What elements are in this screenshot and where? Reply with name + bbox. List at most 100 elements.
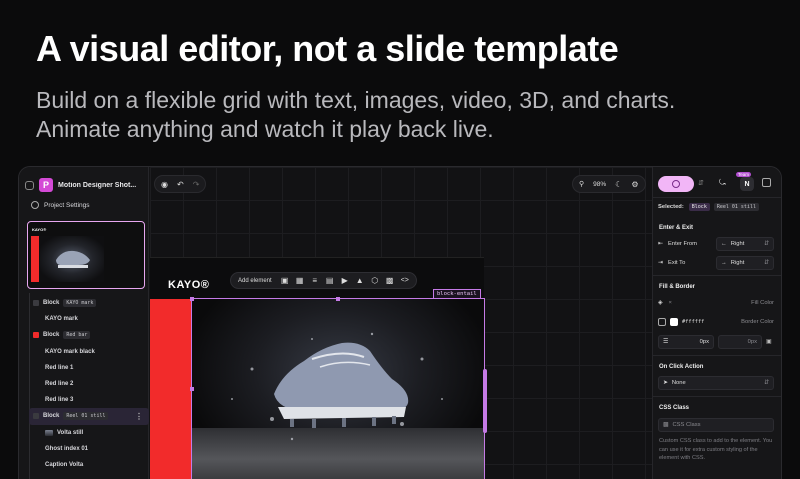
resize-handle-top[interactable] [336, 297, 340, 301]
layer-tree-guide [29, 293, 30, 479]
exit-to-select[interactable]: → Right ⇵ [716, 256, 774, 270]
layer-item[interactable]: Block Reel 01 still ⋮ [29, 408, 149, 425]
on-click-value: None [671, 380, 686, 386]
resize-handle-right[interactable] [483, 369, 487, 433]
slide-thumbnail[interactable]: KAYO® [27, 221, 145, 289]
layer-item[interactable]: Red line 1 [33, 360, 149, 376]
block-icon[interactable]: ▣ [281, 276, 289, 285]
border-width-field[interactable]: 0px [718, 335, 762, 349]
chart-icon[interactable]: ▩ [386, 276, 394, 285]
grid-icon[interactable]: ▦ [296, 276, 304, 285]
reel-still-image-block[interactable] [190, 297, 487, 479]
border-radius-field[interactable]: ☰ 0px [658, 335, 714, 349]
zoom-level[interactable]: 98% [593, 181, 606, 188]
layer-item[interactable]: Block KAYO mark [33, 295, 149, 311]
enter-icon: ⇤ [658, 241, 663, 247]
exit-to-value: Right [730, 260, 745, 266]
arrow-right-icon: → [721, 260, 727, 266]
css-class-help: Custom CSS class to add to the element. … [659, 438, 773, 462]
chevron-updown-icon: ⇵ [764, 241, 769, 247]
enter-from-row: ⇤ Enter From ← Right ⇵ [658, 237, 778, 251]
canvas-toolbar-left: ◉ ↶ ↷ [154, 175, 207, 193]
editor-window: P Motion Designer Shot... Project Settin… [18, 166, 782, 479]
cube-icon[interactable]: ⬡ [371, 276, 379, 285]
code-icon[interactable]: <> [401, 277, 409, 285]
exit-icon: ⇥ [658, 260, 663, 266]
css-class-row: ▩ CSS Class [658, 418, 778, 432]
canvas[interactable]: ◉ ↶ ↷ ⚲ 98% ☾ ⚙ KAYO® Add element ▣ ▦ ≡ … [150, 167, 652, 479]
layer-name: KAYO mark [45, 316, 78, 323]
text-icon[interactable]: ≡ [311, 276, 319, 285]
css-class-placeholder: CSS Class [672, 422, 701, 428]
project-settings-link[interactable]: Project Settings [31, 201, 90, 209]
layer-item[interactable]: Caption Volta [33, 457, 149, 473]
selected-row: Selected: Block Reel 01 still [658, 200, 778, 214]
kayo-logo[interactable]: KAYO® [168, 279, 209, 291]
add-element-label: Add element [238, 277, 272, 284]
fill-color-row[interactable]: ◈ × Fill Color [658, 296, 778, 310]
layer-color-swatch [33, 300, 39, 307]
share-icon[interactable]: ⤿ [719, 178, 726, 188]
enter-from-select[interactable]: ← Right ⇵ [716, 237, 774, 251]
thumbnail-logo: KAYO® [32, 227, 47, 232]
play-icon [672, 180, 680, 188]
layer-item[interactable]: Red line 3 [33, 392, 149, 408]
layer-item[interactable]: KAYO mark [33, 311, 149, 327]
layer-name: Block [43, 332, 60, 339]
undo-icon[interactable]: ↶ [177, 180, 184, 189]
lock-icon[interactable]: ▣ [766, 339, 771, 345]
component-icon[interactable]: ▲ [356, 276, 364, 285]
selected-label: Selected: [658, 204, 684, 210]
palette-icon[interactable]: ◉ [161, 180, 168, 189]
selected-type-tag: Block [688, 203, 710, 211]
layer-item[interactable]: Ghost index 01 [33, 441, 149, 457]
on-click-select[interactable]: ➤ None ⇵ [658, 376, 774, 390]
more-options-icon[interactable]: ⋮ [135, 412, 143, 421]
red-bar-block[interactable] [150, 299, 192, 479]
sidebar-toggle-icon[interactable] [25, 180, 34, 190]
redo-icon[interactable]: ↷ [193, 180, 200, 189]
layer-item[interactable]: Block Red bar [33, 327, 149, 343]
layer-name: Block [43, 300, 60, 307]
fill-border-title: Fill & Border [659, 284, 696, 290]
border-size-row: ☰ 0px 0px ▣ [658, 335, 778, 349]
chevron-updown-icon: ⇵ [764, 260, 769, 266]
layer-item[interactable]: KAYO mark black [33, 344, 149, 360]
border-color-row[interactable]: #ffffff Border Color [658, 315, 778, 329]
image-icon[interactable]: ▤ [326, 276, 334, 285]
layer-list: Block KAYO mark KAYO mark Block Red bar KAYO … [29, 295, 149, 473]
clear-fill-icon[interactable]: × [668, 300, 671, 306]
radius-icon: ☰ [663, 339, 669, 345]
avatar[interactable]: N [740, 177, 754, 191]
video-icon[interactable]: ▶ [341, 276, 349, 285]
dark-mode-icon[interactable]: ☾ [615, 180, 622, 189]
resize-handle-left[interactable] [190, 387, 194, 391]
border-radius-value: 0px [699, 339, 709, 345]
enter-exit-title: Enter & Exit [659, 225, 694, 231]
layer-name: Caption Volta [45, 461, 84, 468]
layer-color-swatch [33, 413, 39, 420]
layer-item[interactable]: Volta still [33, 425, 149, 441]
project-name[interactable]: Motion Designer Shot... [58, 182, 136, 189]
settings-icon[interactable]: ⚙ [631, 180, 638, 189]
add-element-toolbar: Add element ▣ ▦ ≡ ▤ ▶ ▲ ⬡ ▩ <> [230, 272, 417, 289]
css-class-input[interactable]: ▩ CSS Class [658, 418, 774, 432]
thumbnail-red-bar [31, 236, 39, 282]
border-color-hex[interactable]: #ffffff [682, 319, 704, 325]
divider [653, 197, 781, 198]
play-button[interactable] [658, 176, 694, 192]
canvas-toolbar-right: ⚲ 98% ☾ ⚙ [572, 175, 646, 193]
thumbnail-shoe-icon [56, 250, 90, 268]
play-options-chevron-icon[interactable]: ⇵ [698, 179, 704, 187]
resize-handle-top-left[interactable] [190, 297, 194, 301]
fill-color-label: Fill Color [751, 300, 774, 306]
layer-item[interactable]: Red line 2 [33, 376, 149, 392]
zoom-icon[interactable]: ⚲ [579, 180, 584, 188]
layer-name: Red line 3 [45, 397, 74, 404]
border-icon [658, 318, 666, 326]
cursor-icon: ➤ [663, 380, 668, 386]
layer-name: Red line 1 [45, 364, 74, 371]
border-color-swatch[interactable] [670, 318, 678, 326]
panel-toggle-icon[interactable] [762, 178, 771, 187]
css-class-title: CSS Class [659, 405, 690, 411]
